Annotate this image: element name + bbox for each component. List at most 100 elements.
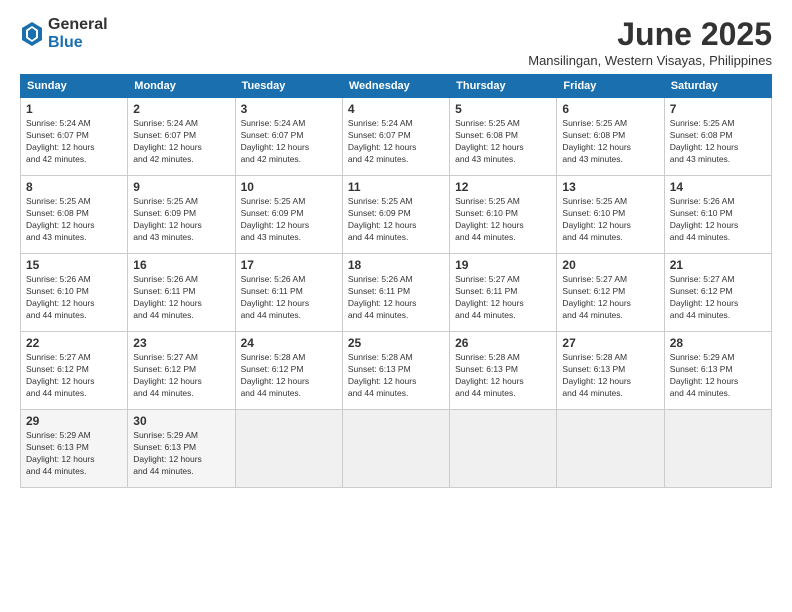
header-row: Sunday Monday Tuesday Wednesday Thursday…: [21, 75, 772, 98]
table-row: 25 Sunrise: 5:28 AM Sunset: 6:13 PM Dayli…: [342, 332, 449, 410]
day-number: 5: [455, 102, 551, 116]
day-number: 17: [241, 258, 337, 272]
location-title: Mansilingan, Western Visayas, Philippine…: [528, 53, 772, 68]
calendar-row: 15 Sunrise: 5:26 AM Sunset: 6:10 PM Dayli…: [21, 254, 772, 332]
table-row: 22 Sunrise: 5:27 AM Sunset: 6:12 PM Dayli…: [21, 332, 128, 410]
col-thursday: Thursday: [450, 75, 557, 98]
table-row: 11 Sunrise: 5:25 AM Sunset: 6:09 PM Dayli…: [342, 176, 449, 254]
table-row: [557, 410, 664, 488]
title-area: June 2025 Mansilingan, Western Visayas, …: [528, 16, 772, 68]
day-info: Sunrise: 5:25 AM Sunset: 6:09 PM Dayligh…: [133, 196, 229, 244]
day-info: Sunrise: 5:26 AM Sunset: 6:10 PM Dayligh…: [26, 274, 122, 322]
day-info: Sunrise: 5:26 AM Sunset: 6:11 PM Dayligh…: [133, 274, 229, 322]
table-row: 13 Sunrise: 5:25 AM Sunset: 6:10 PM Dayli…: [557, 176, 664, 254]
logo-general-text: General: [48, 16, 108, 34]
table-row: 1 Sunrise: 5:24 AM Sunset: 6:07 PM Daylig…: [21, 98, 128, 176]
calendar-row: 8 Sunrise: 5:25 AM Sunset: 6:08 PM Daylig…: [21, 176, 772, 254]
day-number: 16: [133, 258, 229, 272]
day-info: Sunrise: 5:29 AM Sunset: 6:13 PM Dayligh…: [670, 352, 766, 400]
table-row: 14 Sunrise: 5:26 AM Sunset: 6:10 PM Dayli…: [664, 176, 771, 254]
day-number: 8: [26, 180, 122, 194]
col-wednesday: Wednesday: [342, 75, 449, 98]
table-row: 17 Sunrise: 5:26 AM Sunset: 6:11 PM Dayli…: [235, 254, 342, 332]
day-number: 7: [670, 102, 766, 116]
day-info: Sunrise: 5:27 AM Sunset: 6:11 PM Dayligh…: [455, 274, 551, 322]
day-number: 14: [670, 180, 766, 194]
table-row: 12Sunrise: 5:25 AM Sunset: 6:10 PM Dayli…: [450, 176, 557, 254]
day-info: Sunrise: 5:28 AM Sunset: 6:13 PM Dayligh…: [348, 352, 444, 400]
col-monday: Monday: [128, 75, 235, 98]
day-info: Sunrise: 5:25 AM Sunset: 6:09 PM Dayligh…: [348, 196, 444, 244]
table-row: 16 Sunrise: 5:26 AM Sunset: 6:11 PM Dayli…: [128, 254, 235, 332]
day-number: 2: [133, 102, 229, 116]
page: General Blue June 2025 Mansilingan, West…: [0, 0, 792, 612]
table-row: [342, 410, 449, 488]
table-row: 7Sunrise: 5:25 AM Sunset: 6:08 PM Daylig…: [664, 98, 771, 176]
table-row: 4 Sunrise: 5:24 AM Sunset: 6:07 PM Daylig…: [342, 98, 449, 176]
day-info: Sunrise: 5:25 AM Sunset: 6:10 PM Dayligh…: [455, 196, 551, 244]
day-info: Sunrise: 5:25 AM Sunset: 6:10 PM Dayligh…: [562, 196, 658, 244]
table-row: 15 Sunrise: 5:26 AM Sunset: 6:10 PM Dayli…: [21, 254, 128, 332]
day-info: Sunrise: 5:28 AM Sunset: 6:13 PM Dayligh…: [455, 352, 551, 400]
table-row: 2 Sunrise: 5:24 AM Sunset: 6:07 PM Daylig…: [128, 98, 235, 176]
table-row: 9 Sunrise: 5:25 AM Sunset: 6:09 PM Daylig…: [128, 176, 235, 254]
table-row: [235, 410, 342, 488]
day-info: Sunrise: 5:27 AM Sunset: 6:12 PM Dayligh…: [562, 274, 658, 322]
day-info: Sunrise: 5:26 AM Sunset: 6:11 PM Dayligh…: [348, 274, 444, 322]
day-info: Sunrise: 5:29 AM Sunset: 6:13 PM Dayligh…: [26, 430, 122, 478]
logo-icon: [20, 20, 44, 48]
day-number: 30: [133, 414, 229, 428]
day-info: Sunrise: 5:27 AM Sunset: 6:12 PM Dayligh…: [133, 352, 229, 400]
day-info: Sunrise: 5:25 AM Sunset: 6:08 PM Dayligh…: [26, 196, 122, 244]
day-number: 22: [26, 336, 122, 350]
day-number: 11: [348, 180, 444, 194]
day-number: 24: [241, 336, 337, 350]
day-number: 3: [241, 102, 337, 116]
day-info: Sunrise: 5:24 AM Sunset: 6:07 PM Dayligh…: [133, 118, 229, 166]
day-info: Sunrise: 5:24 AM Sunset: 6:07 PM Dayligh…: [26, 118, 122, 166]
day-number: 18: [348, 258, 444, 272]
logo-text: General Blue: [48, 16, 108, 51]
day-number: 10: [241, 180, 337, 194]
day-number: 13: [562, 180, 658, 194]
day-number: 15: [26, 258, 122, 272]
calendar-row: 29Sunrise: 5:29 AM Sunset: 6:13 PM Dayli…: [21, 410, 772, 488]
col-tuesday: Tuesday: [235, 75, 342, 98]
day-number: 9: [133, 180, 229, 194]
table-row: 5 Sunrise: 5:25 AM Sunset: 6:08 PM Daylig…: [450, 98, 557, 176]
day-number: 21: [670, 258, 766, 272]
col-friday: Friday: [557, 75, 664, 98]
calendar-row: 22 Sunrise: 5:27 AM Sunset: 6:12 PM Dayli…: [21, 332, 772, 410]
table-row: 30 Sunrise: 5:29 AM Sunset: 6:13 PM Dayli…: [128, 410, 235, 488]
table-row: 21 Sunrise: 5:27 AM Sunset: 6:12 PM Dayli…: [664, 254, 771, 332]
day-number: 19: [455, 258, 551, 272]
table-row: 18 Sunrise: 5:26 AM Sunset: 6:11 PM Dayli…: [342, 254, 449, 332]
day-number: 4: [348, 102, 444, 116]
calendar-table: Sunday Monday Tuesday Wednesday Thursday…: [20, 74, 772, 488]
col-saturday: Saturday: [664, 75, 771, 98]
day-info: Sunrise: 5:24 AM Sunset: 6:07 PM Dayligh…: [348, 118, 444, 166]
day-info: Sunrise: 5:26 AM Sunset: 6:10 PM Dayligh…: [670, 196, 766, 244]
day-number: 1: [26, 102, 122, 116]
header: General Blue June 2025 Mansilingan, West…: [20, 16, 772, 68]
day-info: Sunrise: 5:25 AM Sunset: 6:08 PM Dayligh…: [562, 118, 658, 166]
day-info: Sunrise: 5:28 AM Sunset: 6:13 PM Dayligh…: [562, 352, 658, 400]
table-row: 23Sunrise: 5:27 AM Sunset: 6:12 PM Dayli…: [128, 332, 235, 410]
table-row: 19 Sunrise: 5:27 AM Sunset: 6:11 PM Dayli…: [450, 254, 557, 332]
day-info: Sunrise: 5:27 AM Sunset: 6:12 PM Dayligh…: [670, 274, 766, 322]
day-info: Sunrise: 5:26 AM Sunset: 6:11 PM Dayligh…: [241, 274, 337, 322]
day-info: Sunrise: 5:25 AM Sunset: 6:08 PM Dayligh…: [455, 118, 551, 166]
table-row: 27Sunrise: 5:28 AM Sunset: 6:13 PM Dayli…: [557, 332, 664, 410]
day-info: Sunrise: 5:25 AM Sunset: 6:09 PM Dayligh…: [241, 196, 337, 244]
col-sunday: Sunday: [21, 75, 128, 98]
table-row: 10 Sunrise: 5:25 AM Sunset: 6:09 PM Dayli…: [235, 176, 342, 254]
table-row: 24 Sunrise: 5:28 AM Sunset: 6:12 PM Dayli…: [235, 332, 342, 410]
table-row: [450, 410, 557, 488]
day-info: Sunrise: 5:27 AM Sunset: 6:12 PM Dayligh…: [26, 352, 122, 400]
day-number: 6: [562, 102, 658, 116]
table-row: 28Sunrise: 5:29 AM Sunset: 6:13 PM Dayli…: [664, 332, 771, 410]
day-info: Sunrise: 5:28 AM Sunset: 6:12 PM Dayligh…: [241, 352, 337, 400]
day-number: 25: [348, 336, 444, 350]
day-info: Sunrise: 5:29 AM Sunset: 6:13 PM Dayligh…: [133, 430, 229, 478]
day-number: 20: [562, 258, 658, 272]
